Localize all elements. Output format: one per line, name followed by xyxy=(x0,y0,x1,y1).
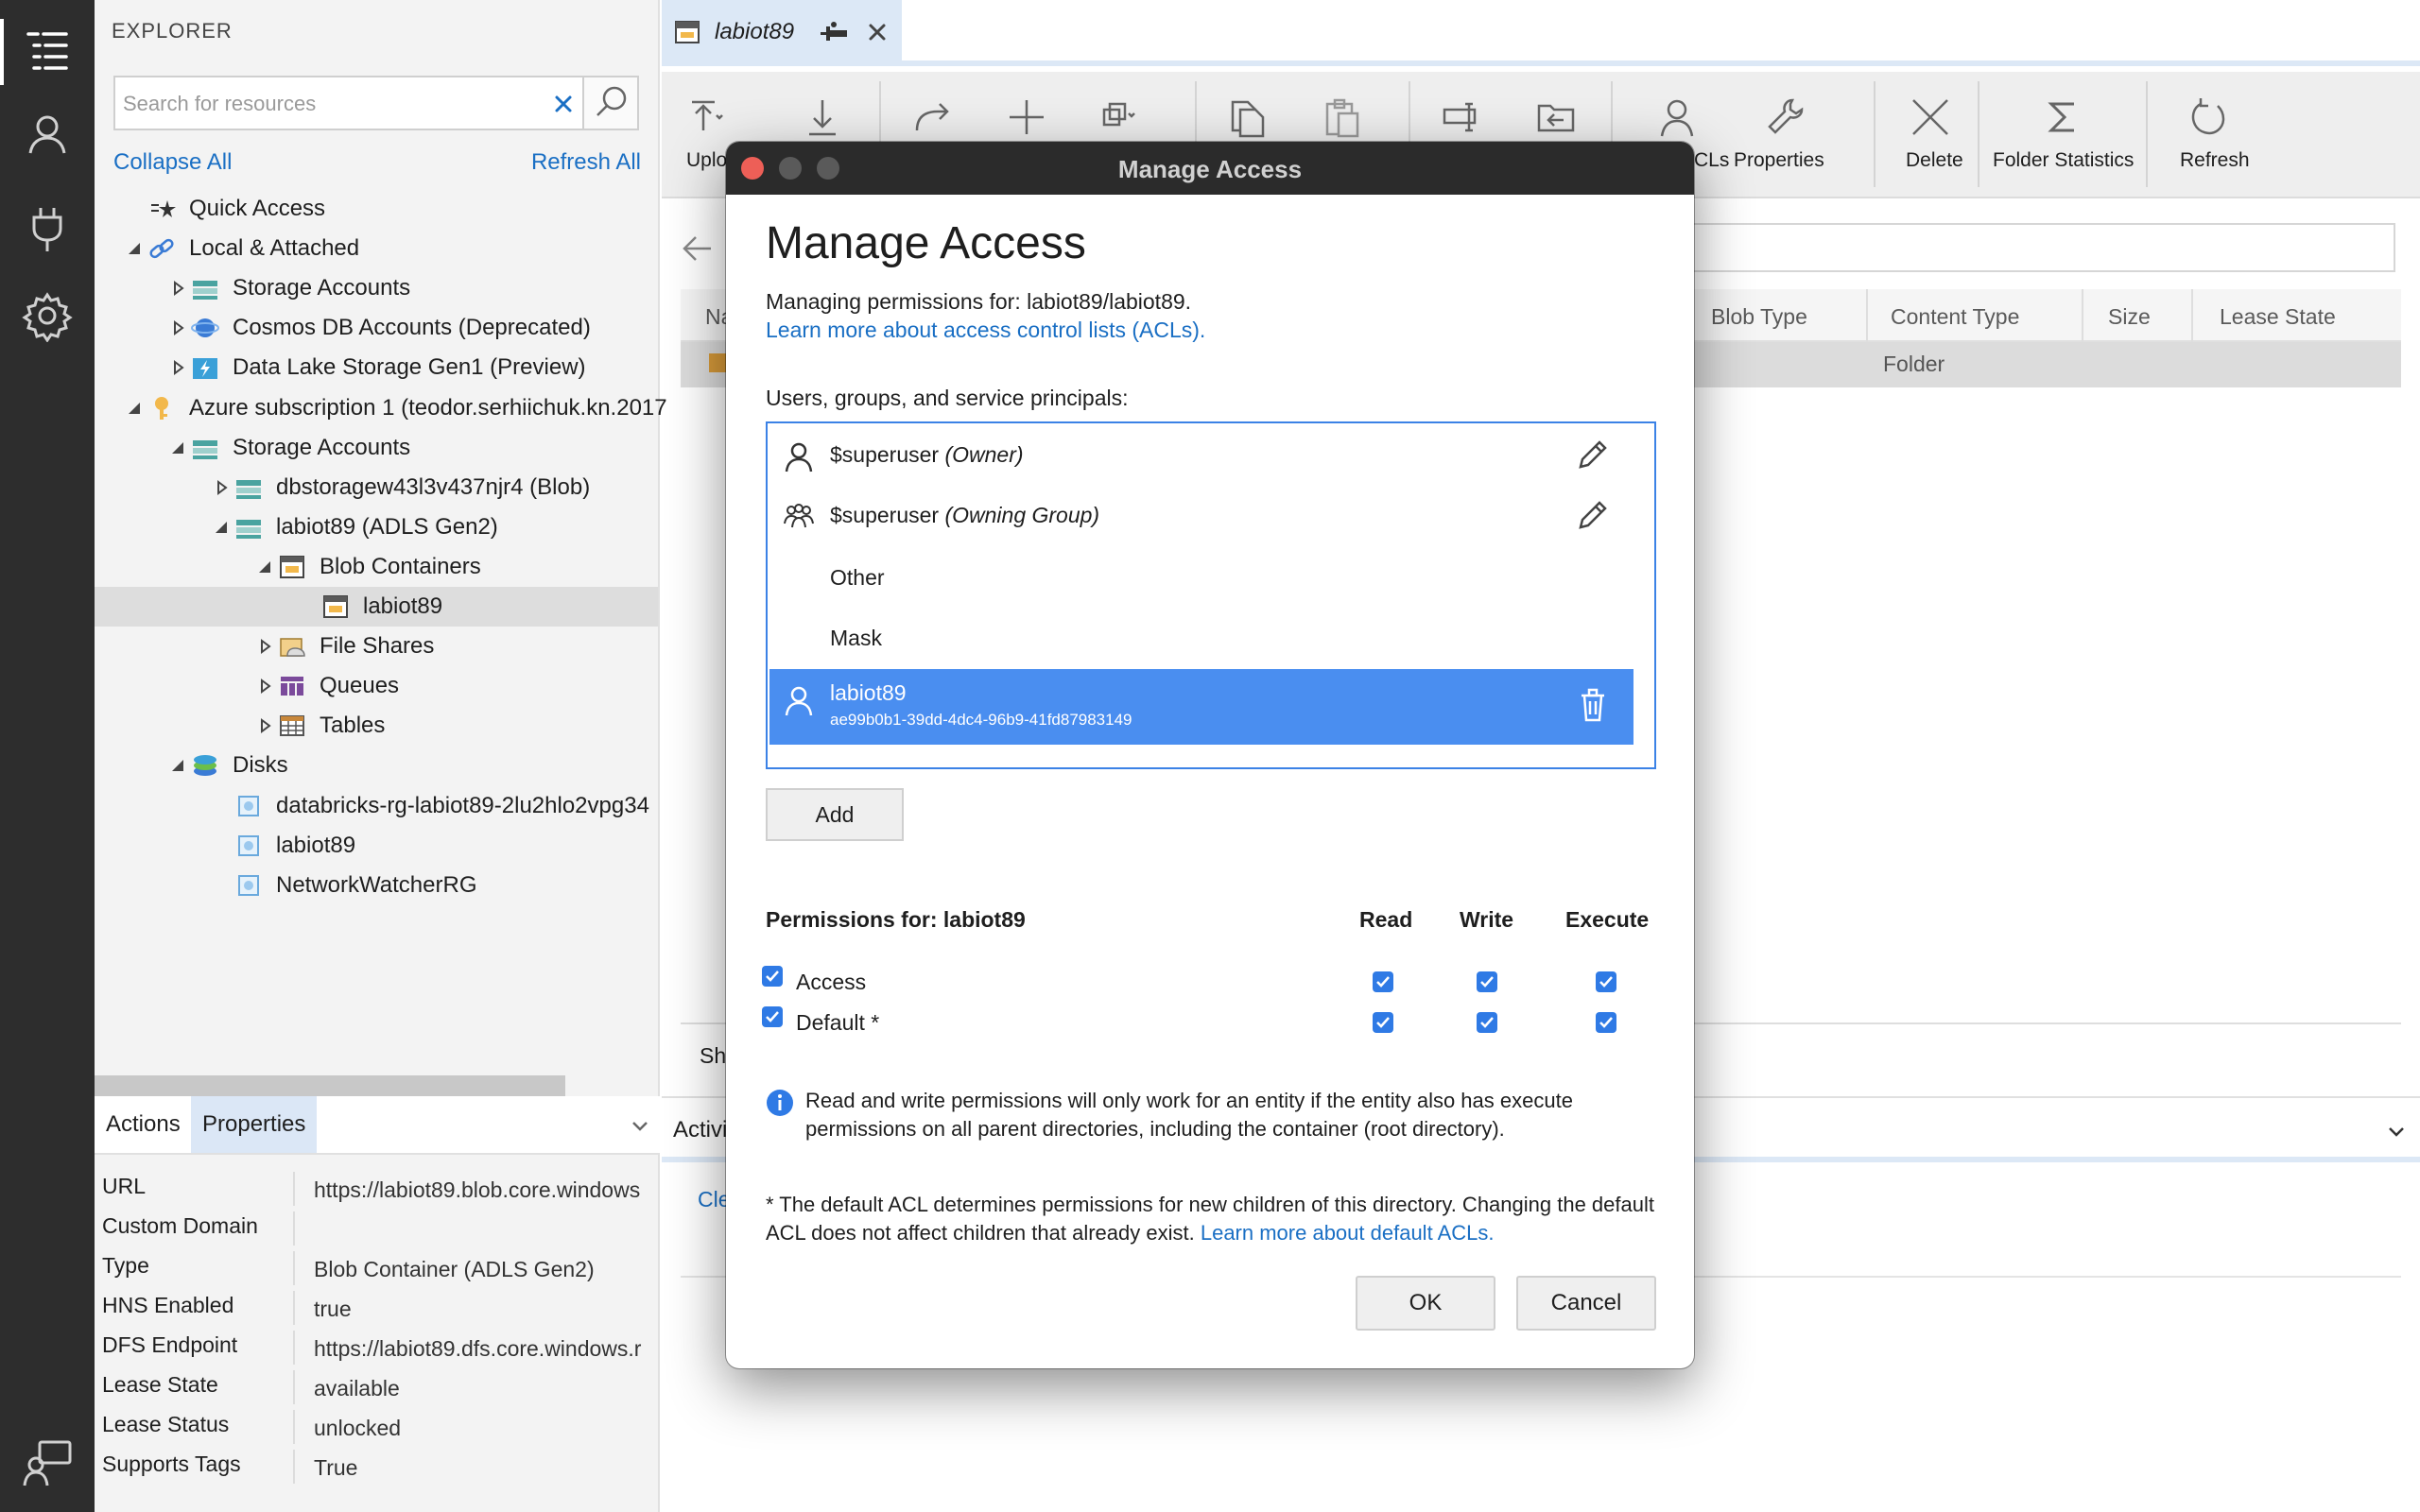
permission-row-label: Default * xyxy=(796,1010,880,1035)
default-acl-note: * The default ACL determines permissions… xyxy=(766,1191,1664,1247)
write-checkbox[interactable] xyxy=(1477,1012,1497,1033)
principal-role: (Owning Group) xyxy=(944,503,1100,527)
modal-overlay: Manage Access Manage Access Managing per… xyxy=(0,0,2420,1512)
read-checkbox[interactable] xyxy=(1373,971,1393,992)
principal-name: Mask xyxy=(830,626,882,651)
principal-row[interactable]: Other xyxy=(769,548,1634,609)
read-checkbox[interactable] xyxy=(1373,1012,1393,1033)
principal-name-text: $superuser xyxy=(830,442,940,467)
principal-object-id: ae99b0b1-39dd-4dc4-96b9-41fd87983149 xyxy=(830,711,1132,729)
manage-access-dialog: Manage Access Manage Access Managing per… xyxy=(726,142,1694,1368)
write-column-header: Write xyxy=(1460,907,1514,932)
principal-row[interactable]: labiot89 ae99b0b1-39dd-4dc4-96b9-41fd8798… xyxy=(769,669,1634,745)
edit-pencil-icon[interactable] xyxy=(1575,499,1609,533)
enable-checkbox[interactable] xyxy=(762,1006,783,1027)
read-column-header: Read xyxy=(1359,907,1413,932)
principal-row[interactable]: $superuser (Owning Group) xyxy=(769,486,1634,546)
principal-name-text: labiot89 xyxy=(830,680,907,705)
write-checkbox[interactable] xyxy=(1477,971,1497,992)
group-icon xyxy=(783,501,815,533)
trash-icon[interactable] xyxy=(1579,688,1607,722)
principal-name-text: Mask xyxy=(830,626,882,650)
principals-label: Users, groups, and service principals: xyxy=(766,386,1129,410)
execute-column-header: Execute xyxy=(1565,907,1650,932)
managing-permissions-text: Managing permissions for: labiot89/labio… xyxy=(766,289,1192,314)
learn-acl-link[interactable]: Learn more about access control lists (A… xyxy=(766,318,1205,343)
dialog-window-title: Manage Access xyxy=(1117,155,1303,183)
execute-checkbox[interactable] xyxy=(1596,971,1616,992)
permissions-title: Permissions for: labiot89 xyxy=(766,907,1026,932)
principal-role: (Owner) xyxy=(944,442,1024,467)
user-icon xyxy=(783,440,815,472)
cancel-button[interactable]: Cancel xyxy=(1516,1276,1656,1331)
principal-row[interactable]: $superuser (Owner) xyxy=(769,425,1634,486)
info-icon xyxy=(766,1089,794,1117)
principal-row[interactable]: Mask xyxy=(769,609,1634,669)
enable-checkbox[interactable] xyxy=(762,966,783,987)
info-text: Read and write permissions will only wor… xyxy=(805,1089,1573,1141)
dialog-titlebar: Manage Access xyxy=(726,142,1694,195)
edit-pencil-icon[interactable] xyxy=(1575,438,1609,472)
dialog-heading: Manage Access xyxy=(766,218,1086,268)
principal-name: Other xyxy=(830,565,885,591)
learn-default-acl-link[interactable]: Learn more about default ACLs. xyxy=(1201,1221,1495,1245)
permission-row-label: Access xyxy=(796,970,867,994)
user-icon xyxy=(783,684,815,716)
add-principal-button[interactable]: Add xyxy=(766,788,904,841)
ok-button[interactable]: OK xyxy=(1356,1276,1495,1331)
principal-name: $superuser (Owner) xyxy=(830,442,1024,468)
principal-name: labiot89 xyxy=(830,680,907,706)
principal-name: $superuser (Owning Group) xyxy=(830,503,1099,528)
principal-name-text: Other xyxy=(830,565,885,590)
principals-list: $superuser (Owner) $superuser (Owning Gro… xyxy=(766,421,1656,769)
principal-name-text: $superuser xyxy=(830,503,940,527)
execute-checkbox[interactable] xyxy=(1596,1012,1616,1033)
